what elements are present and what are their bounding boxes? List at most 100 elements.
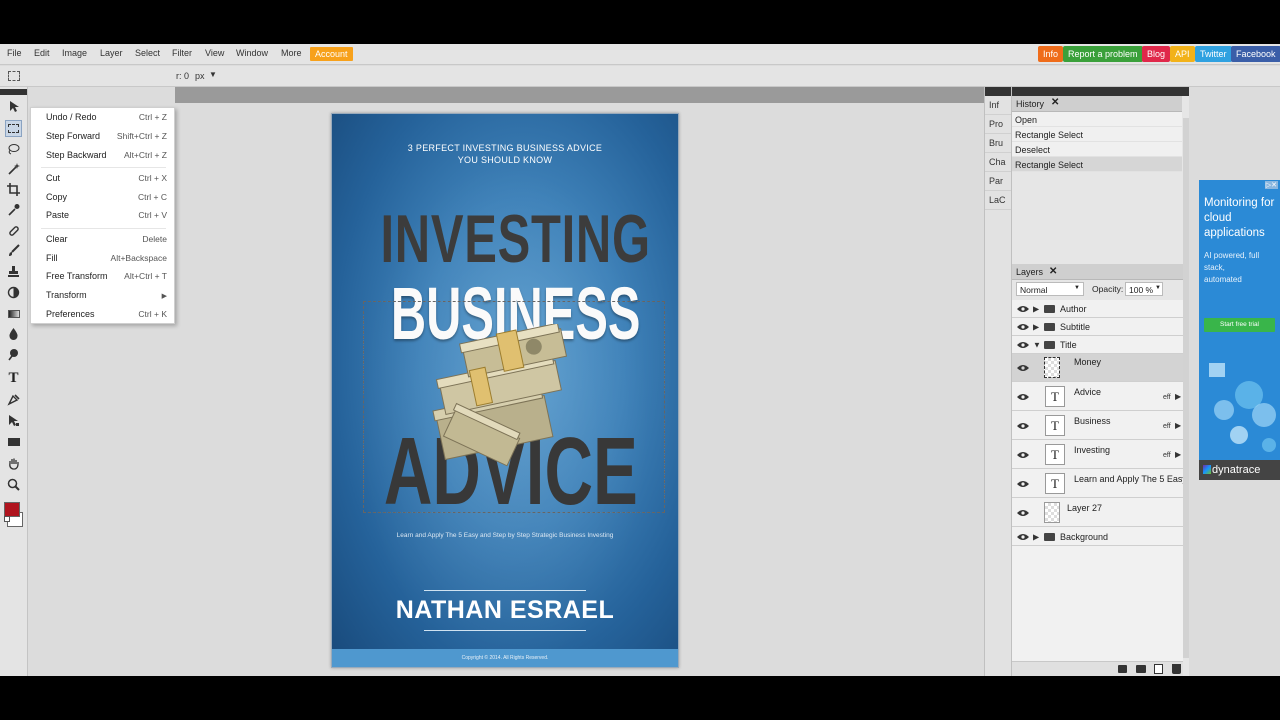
twitter-button[interactable]: Twitter — [1195, 46, 1232, 62]
magic-wand-icon[interactable] — [5, 160, 22, 177]
eye-icon[interactable] — [1017, 323, 1029, 331]
account-button[interactable]: Account — [310, 47, 353, 61]
menu-more[interactable]: More — [281, 48, 302, 58]
strip-character[interactable]: Cha — [985, 153, 1011, 172]
blend-mode-select[interactable]: Normal ▼ — [1016, 282, 1084, 296]
menu-edit[interactable]: Edit — [34, 48, 50, 58]
expand-arrow-icon[interactable]: ▶ — [1033, 322, 1039, 331]
new-group-icon[interactable] — [1136, 665, 1146, 673]
ad-choices-icon[interactable]: ▷✕ — [1264, 181, 1278, 189]
api-button[interactable]: API — [1170, 46, 1195, 62]
history-item[interactable]: Rectangle Select — [1012, 157, 1182, 172]
eraser-tool-icon[interactable] — [5, 284, 22, 301]
eye-icon[interactable] — [1017, 422, 1029, 430]
blur-tool-icon[interactable] — [5, 325, 22, 342]
swap-colors-icon[interactable] — [4, 516, 10, 522]
strip-paragraph[interactable]: Par — [985, 172, 1011, 191]
menu-item-step-forward[interactable]: Step Forward Shift+Ctrl + Z — [31, 129, 174, 145]
marquee-tool-option-icon[interactable] — [8, 71, 20, 81]
layer-row[interactable]: ▶ Subtitle — [1012, 318, 1183, 336]
eyedropper-icon[interactable] — [5, 201, 22, 218]
sponge-tool-icon[interactable] — [5, 346, 22, 363]
layer-row[interactable]: Layer 27 — [1012, 499, 1183, 527]
strip-info[interactable]: Inf — [985, 96, 1011, 115]
document-canvas[interactable]: 3 PERFECT INVESTING BUSINESS ADVICE YOU … — [331, 113, 679, 668]
menu-item-transform[interactable]: Transform ▶ — [31, 288, 174, 304]
layer-row-selected[interactable]: Money — [1012, 354, 1183, 382]
menu-item-preferences[interactable]: Preferences Ctrl + K — [31, 307, 174, 323]
menu-item-cut[interactable]: Cut Ctrl + X — [31, 171, 174, 187]
eye-icon[interactable] — [1017, 533, 1029, 541]
panel-scrollbar[interactable] — [1183, 118, 1189, 658]
history-item[interactable]: Rectangle Select — [1012, 127, 1182, 142]
menu-filter[interactable]: Filter — [172, 48, 192, 58]
layer-row[interactable]: T Business eff ▶ — [1012, 412, 1183, 440]
shape-tool-icon[interactable] — [5, 433, 22, 450]
effects-arrow-icon[interactable]: ▶ — [1175, 392, 1181, 401]
layer-mask-icon[interactable] — [1118, 665, 1127, 673]
strip-layer-comps[interactable]: LaC — [985, 191, 1011, 210]
menu-item-clear[interactable]: Clear Delete — [31, 232, 174, 248]
layer-row[interactable]: ▶ Author — [1012, 300, 1183, 318]
marquee-tool-icon[interactable] — [5, 120, 22, 137]
eye-icon[interactable] — [1017, 364, 1029, 372]
move-tool-icon[interactable] — [5, 98, 22, 115]
ad-cta-button[interactable]: Start free trial — [1204, 318, 1275, 332]
info-button[interactable]: Info — [1038, 46, 1064, 62]
selection-marquee[interactable] — [363, 301, 665, 513]
menu-file[interactable]: File — [7, 48, 22, 58]
close-icon[interactable]: ✕ — [1051, 97, 1059, 108]
menu-window[interactable]: Window — [236, 48, 268, 58]
menu-item-paste[interactable]: Paste Ctrl + V — [31, 208, 174, 224]
history-item[interactable]: Deselect — [1012, 142, 1182, 157]
opacity-input[interactable]: 100 % ▼ — [1125, 282, 1163, 296]
eye-icon[interactable] — [1017, 509, 1029, 517]
menu-layer[interactable]: Layer — [100, 48, 123, 58]
new-layer-icon[interactable] — [1154, 664, 1163, 674]
close-icon[interactable]: ✕ — [1049, 266, 1057, 277]
delete-layer-icon[interactable] — [1172, 664, 1181, 674]
chevron-down-icon[interactable]: ▼ — [209, 70, 217, 79]
menu-view[interactable]: View — [205, 48, 224, 58]
menu-image[interactable]: Image — [62, 48, 87, 58]
report-problem-button[interactable]: Report a problem — [1063, 46, 1143, 62]
menu-item-fill[interactable]: Fill Alt+Backspace — [31, 251, 174, 267]
foreground-color-swatch[interactable] — [4, 502, 20, 517]
advertisement[interactable]: ▷✕ Monitoring for cloud applications AI … — [1199, 180, 1280, 480]
eye-icon[interactable] — [1017, 341, 1029, 349]
hand-tool-icon[interactable] — [5, 455, 22, 472]
layer-row[interactable]: ▶ Background — [1012, 528, 1183, 546]
effects-arrow-icon[interactable]: ▶ — [1175, 450, 1181, 459]
expand-arrow-icon[interactable]: ▶ — [1033, 532, 1039, 541]
clone-stamp-icon[interactable] — [5, 263, 22, 280]
strip-properties[interactable]: Pro — [985, 115, 1011, 134]
layer-row[interactable]: T Advice eff ▶ — [1012, 383, 1183, 411]
healing-brush-icon[interactable] — [5, 222, 22, 239]
eye-icon[interactable] — [1017, 393, 1029, 401]
menu-item-free-transform[interactable]: Free Transform Alt+Ctrl + T — [31, 269, 174, 285]
text-tool-icon[interactable]: T — [5, 370, 22, 387]
facebook-button[interactable]: Facebook — [1231, 46, 1280, 62]
pen-tool-icon[interactable] — [5, 391, 22, 408]
gradient-tool-icon[interactable] — [5, 305, 22, 322]
zoom-tool-icon[interactable] — [5, 476, 22, 493]
strip-brush[interactable]: Bru — [985, 134, 1011, 153]
crop-tool-icon[interactable] — [5, 181, 22, 198]
effects-arrow-icon[interactable]: ▶ — [1175, 421, 1181, 430]
menu-item-undo-redo[interactable]: Undo / Redo Ctrl + Z — [31, 110, 174, 126]
eye-icon[interactable] — [1017, 305, 1029, 313]
collapse-arrow-icon[interactable]: ▼ — [1033, 340, 1041, 349]
feather-input[interactable]: 0 — [184, 71, 189, 81]
menu-item-step-backward[interactable]: Step Backward Alt+Ctrl + Z — [31, 148, 174, 164]
layer-row[interactable]: T Investing eff ▶ — [1012, 441, 1183, 469]
brush-tool-icon[interactable] — [5, 242, 22, 259]
lasso-tool-icon[interactable] — [5, 140, 22, 157]
layer-row[interactable]: ▼ Title — [1012, 336, 1183, 354]
history-item[interactable]: Open — [1012, 112, 1182, 127]
eye-icon[interactable] — [1017, 451, 1029, 459]
menu-item-copy[interactable]: Copy Ctrl + C — [31, 190, 174, 206]
menu-select[interactable]: Select — [135, 48, 160, 58]
blog-button[interactable]: Blog — [1142, 46, 1171, 62]
path-select-icon[interactable] — [5, 412, 22, 429]
layer-row[interactable]: T Learn and Apply The 5 Easy — [1012, 470, 1187, 498]
